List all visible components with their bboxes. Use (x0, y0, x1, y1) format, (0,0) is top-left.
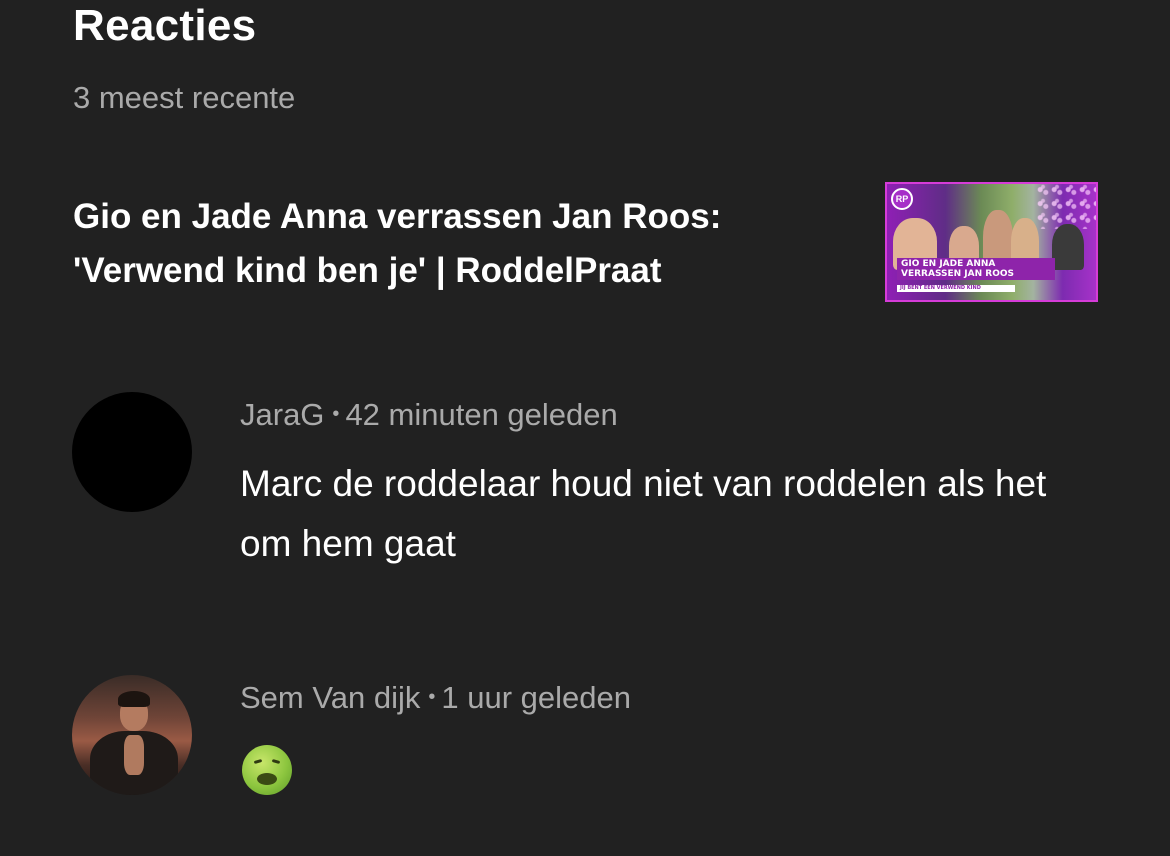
section-subtitle: 3 meest recente (73, 80, 296, 115)
thumbnail-sparkle-decoration (1036, 184, 1096, 229)
thumbnail-person (1052, 224, 1084, 270)
comment-meta: JaraG • 42 minuten geleden (240, 395, 618, 437)
comment-author[interactable]: JaraG (240, 397, 324, 432)
nauseated-face-icon (242, 745, 292, 795)
emoji-mouth (257, 773, 277, 785)
thumbnail-subcaption: Jij bent een verwend kind (897, 285, 1015, 292)
emoji-eye (271, 759, 281, 764)
comment-text: Marc de roddelaar houd niet van roddelen… (240, 463, 1047, 564)
avatar[interactable] (72, 392, 192, 512)
thumbnail-caption: Gio en Jade Anna verrassen Jan Roos (897, 258, 1055, 280)
video-title-link[interactable]: Gio en Jade Anna verrassen Jan Roos: 'Ve… (73, 190, 853, 298)
emoji-eye (253, 759, 263, 764)
comment-time: 42 minuten geleden (345, 397, 618, 432)
separator-dot: • (332, 402, 340, 425)
comment-time: 1 uur geleden (441, 680, 631, 715)
section-title: Reacties (73, 1, 257, 50)
video-thumbnail[interactable]: RP Gio en Jade Anna verrassen Jan Roos J… (885, 182, 1098, 302)
avatar-photo-chest (124, 735, 144, 775)
comment-author[interactable]: Sem Van dijk (240, 680, 420, 715)
separator-dot: • (428, 685, 436, 708)
avatar[interactable] (72, 675, 192, 795)
comment-meta: Sem Van dijk • 1 uur geleden (240, 678, 631, 720)
channel-logo-icon: RP (891, 188, 913, 210)
avatar-photo-hair (118, 691, 150, 707)
